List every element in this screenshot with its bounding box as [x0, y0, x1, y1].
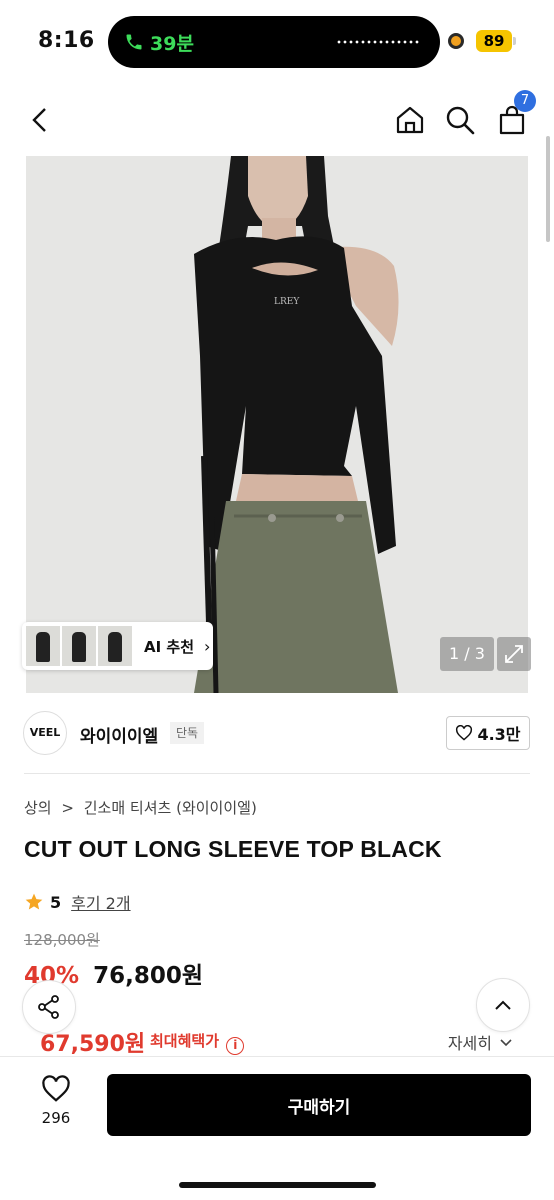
rating-value: 5 [50, 892, 62, 912]
max-benefit-price: 67,590원 [40, 1032, 146, 1057]
breadcrumb-separator: > [61, 799, 74, 817]
info-icon[interactable]: i [226, 1037, 245, 1055]
chevron-down-icon [500, 1039, 512, 1047]
star-icon [25, 893, 43, 910]
brand-like-button[interactable]: 4.3만 [446, 716, 530, 750]
original-price: 128,000원 [24, 931, 100, 949]
audio-wave-icon [336, 40, 420, 44]
product-image-carousel[interactable]: LREY [26, 156, 528, 693]
status-time: 8:16 [38, 28, 95, 53]
breadcrumb-category[interactable]: 상의 [24, 799, 52, 817]
exclusive-badge: 단독 [170, 722, 205, 744]
ai-recommend-label: AI 추천 [144, 637, 195, 656]
call-timer: 39분 [150, 32, 194, 55]
benefit-detail-link[interactable]: 자세히 [448, 1030, 514, 1054]
chevron-right-icon: › [204, 636, 211, 656]
image-page-indicator: 1 / 3 [440, 637, 494, 671]
dynamic-island[interactable]: 39분 [108, 16, 440, 68]
max-benefit-row: 67,590원 최대혜택가 i 자세히 [40, 1026, 514, 1057]
ai-thumbnail [26, 626, 60, 666]
shirt-logo-text: LREY [274, 297, 300, 307]
heart-icon [42, 1075, 70, 1102]
expand-icon [505, 645, 523, 663]
heart-icon [456, 725, 473, 741]
ai-thumbnail [98, 626, 132, 666]
wishlist-button[interactable]: 296 [26, 1075, 86, 1137]
breadcrumb-subcategory[interactable]: 긴소매 티셔츠 (와이이이엘) [84, 799, 257, 817]
nav-bar: 7 [0, 84, 554, 156]
recording-dot-icon [448, 33, 464, 49]
bottom-action-bar: 296 구매하기 [0, 1056, 554, 1200]
rating-row: 5 후기 2개 [24, 890, 131, 914]
cart-count-badge: 7 [514, 90, 536, 112]
max-benefit-label-wrap[interactable]: 최대혜택가 i [150, 1030, 245, 1055]
brand-name[interactable]: 와이이이엘 [80, 722, 158, 747]
sale-price: 76,800원 [93, 963, 203, 989]
product-title: CUT OUT LONG SLEEVE TOP BLACK [24, 836, 442, 862]
back-button[interactable] [20, 100, 60, 140]
brand-row[interactable]: VEEL 와이이이엘 단독 4.3만 [0, 693, 554, 773]
product-photo: LREY [26, 156, 528, 693]
wishlist-count: 296 [41, 1109, 71, 1127]
status-bar: 8:16 39분 89 [0, 0, 554, 84]
phone-icon [126, 34, 142, 50]
buy-button[interactable]: 구매하기 [107, 1074, 531, 1136]
chevron-up-icon [495, 1000, 511, 1010]
back-icon [32, 108, 46, 132]
battery-tip [513, 37, 516, 45]
scrollbar[interactable] [546, 136, 550, 242]
breadcrumb: 상의 > 긴소매 티셔츠 (와이이이엘) [24, 797, 257, 818]
benefit-detail-label: 자세히 [447, 1034, 492, 1053]
home-indicator [179, 1182, 376, 1188]
review-link[interactable]: 후기 2개 [71, 890, 130, 914]
max-benefit-label: 최대혜택가 [150, 1032, 220, 1050]
brand-like-count: 4.3만 [477, 725, 521, 744]
cart-button[interactable]: 7 [492, 90, 536, 140]
divider [24, 773, 530, 774]
share-icon [38, 995, 59, 1019]
search-icon [446, 106, 475, 135]
ai-thumbnail [62, 626, 96, 666]
brand-logo[interactable]: VEEL [23, 711, 67, 755]
home-icon [396, 106, 424, 134]
home-button[interactable] [390, 100, 430, 140]
search-button[interactable] [440, 100, 480, 140]
expand-image-button[interactable] [497, 637, 531, 671]
battery-level: 89 [476, 30, 512, 52]
scroll-top-button[interactable] [476, 978, 530, 1032]
call-indicator[interactable]: 39분 [124, 28, 194, 56]
ai-recommend-chip[interactable]: AI 추천 › [22, 622, 213, 670]
